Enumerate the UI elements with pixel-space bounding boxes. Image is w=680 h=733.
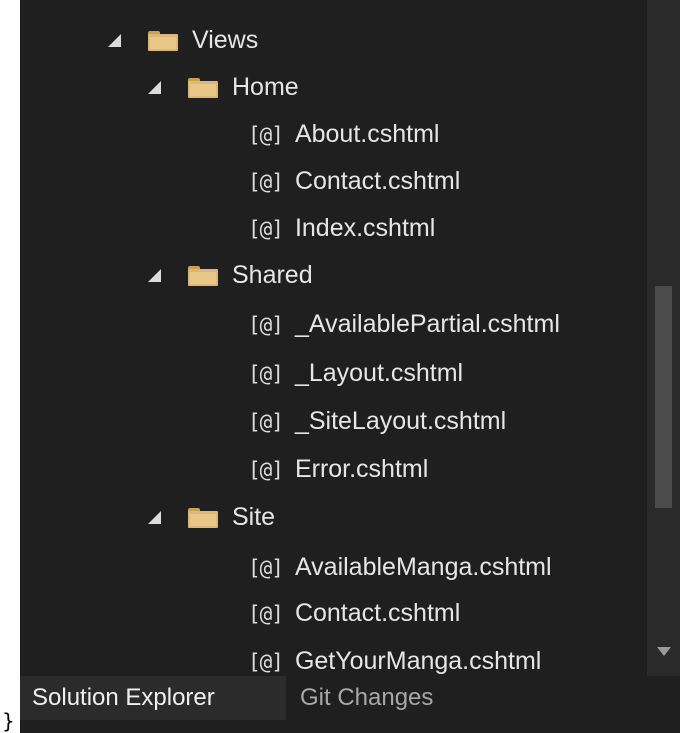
tree-item-about[interactable]: [@] About.cshtml — [20, 111, 647, 158]
razor-file-icon: [@] — [248, 122, 284, 147]
tree-item-availablemanga[interactable]: [@] AvailableManga.cshtml — [20, 544, 647, 591]
tree-item-label: Contact.cshtml — [294, 599, 461, 627]
tree-item-label: Contact.cshtml — [294, 167, 461, 195]
folder-icon — [148, 30, 178, 51]
stray-brace-text: } — [2, 709, 15, 733]
tree-item-error[interactable]: [@] Error.cshtml — [20, 446, 647, 493]
solution-tree[interactable]: Views Home [@] About.cshtml [@] Contact.… — [20, 0, 647, 676]
tree-item-label: Shared — [232, 261, 313, 289]
tree-item-home[interactable]: Home — [20, 64, 647, 111]
expanded-triangle-icon[interactable] — [148, 81, 161, 94]
tree-item-getyourmanga[interactable]: [@] GetYourManga.cshtml — [20, 638, 647, 676]
tree-item-label: GetYourManga.cshtml — [294, 647, 542, 675]
tree-item-label: _Layout.cshtml — [294, 359, 464, 387]
tab-solution-explorer[interactable]: Solution Explorer — [20, 676, 286, 720]
expanded-triangle-icon[interactable] — [108, 34, 121, 47]
solution-explorer-panel: Views Home [@] About.cshtml [@] Contact.… — [20, 0, 680, 733]
tree-item-layout[interactable]: [@] _Layout.cshtml — [20, 350, 647, 397]
razor-file-icon: [@] — [248, 216, 284, 241]
folder-icon — [188, 77, 218, 98]
razor-file-icon: [@] — [248, 312, 284, 337]
razor-file-icon: [@] — [248, 169, 284, 194]
tool-window-tabs: Solution Explorer Git Changes — [20, 676, 680, 733]
razor-file-icon: [@] — [248, 457, 284, 482]
tree-item-label: Error.cshtml — [294, 455, 429, 483]
tree-item-label: About.cshtml — [294, 120, 440, 148]
razor-file-icon: [@] — [248, 649, 284, 674]
tree-item-availablepartial[interactable]: [@] _AvailablePartial.cshtml — [20, 301, 647, 348]
scroll-down-arrow-icon[interactable] — [657, 647, 671, 656]
razor-file-icon: [@] — [248, 361, 284, 386]
tree-item-contact-home[interactable]: [@] Contact.cshtml — [20, 158, 647, 205]
tree-item-label: Index.cshtml — [294, 214, 436, 242]
razor-file-icon: [@] — [248, 601, 284, 626]
tree-item-label: _AvailablePartial.cshtml — [294, 310, 560, 338]
tree-item-label: Site — [232, 503, 276, 531]
razor-file-icon: [@] — [248, 409, 284, 434]
folder-icon — [188, 507, 218, 528]
tree-item-site[interactable]: Site — [20, 494, 647, 541]
tree-item-views[interactable]: Views — [20, 17, 647, 64]
razor-file-icon: [@] — [248, 555, 284, 580]
expanded-triangle-icon[interactable] — [148, 269, 161, 282]
tree-item-shared[interactable]: Shared — [20, 252, 647, 299]
expanded-triangle-icon[interactable] — [148, 511, 161, 524]
scrollbar-thumb[interactable] — [655, 286, 672, 508]
tree-item-index[interactable]: [@] Index.cshtml — [20, 205, 647, 252]
tab-git-changes[interactable]: Git Changes — [286, 676, 433, 720]
vertical-scrollbar[interactable] — [647, 0, 680, 676]
tree-item-label: _SiteLayout.cshtml — [294, 407, 507, 435]
tree-item-contact-site[interactable]: [@] Contact.cshtml — [20, 590, 647, 637]
tree-item-label: Home — [232, 73, 299, 101]
tree-item-label: Views — [192, 26, 259, 54]
tree-item-label: AvailableManga.cshtml — [294, 553, 552, 581]
folder-icon — [188, 265, 218, 286]
tree-item-sitelayout[interactable]: [@] _SiteLayout.cshtml — [20, 398, 647, 445]
